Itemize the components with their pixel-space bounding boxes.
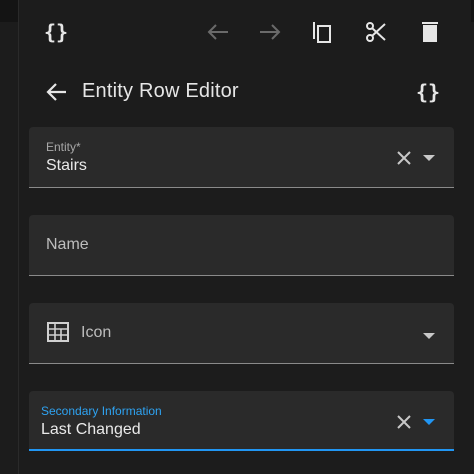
editor-header: Entity Row Editor {} xyxy=(18,70,470,114)
secondary-info-label: Secondary Information xyxy=(41,404,162,418)
name-input-field[interactable]: Name xyxy=(29,215,454,276)
entity-field-value: Stairs xyxy=(46,157,87,174)
entity-picker-field[interactable]: Entity* Stairs xyxy=(29,127,454,188)
secondary-info-value: Last Changed xyxy=(41,421,141,438)
chevron-down-icon[interactable] xyxy=(418,149,440,167)
chevron-down-icon[interactable] xyxy=(418,327,440,345)
redo-arrow-icon[interactable] xyxy=(256,18,284,46)
icon-picker-field[interactable]: Icon xyxy=(29,303,454,364)
undo-arrow-icon[interactable] xyxy=(204,18,232,46)
code-braces-icon[interactable]: {} xyxy=(42,18,70,46)
chevron-down-icon[interactable] xyxy=(418,413,440,431)
name-field-label: Name xyxy=(46,236,89,253)
secondary-info-select[interactable]: Secondary Information Last Changed xyxy=(29,391,454,451)
copy-icon[interactable] xyxy=(308,18,336,46)
entity-field-label: Entity* xyxy=(46,140,81,154)
icon-field-label: Icon xyxy=(81,324,112,341)
editor-title: Entity Row Editor xyxy=(82,80,239,102)
delete-icon[interactable] xyxy=(416,18,444,46)
clear-icon[interactable] xyxy=(393,413,415,431)
arrow-left-icon[interactable] xyxy=(42,80,70,104)
stairs-icon xyxy=(46,321,70,343)
card-toolbar: {} xyxy=(18,0,470,62)
clear-icon[interactable] xyxy=(393,149,415,167)
cut-icon[interactable] xyxy=(362,18,390,46)
code-braces-icon[interactable]: {} xyxy=(414,80,442,104)
